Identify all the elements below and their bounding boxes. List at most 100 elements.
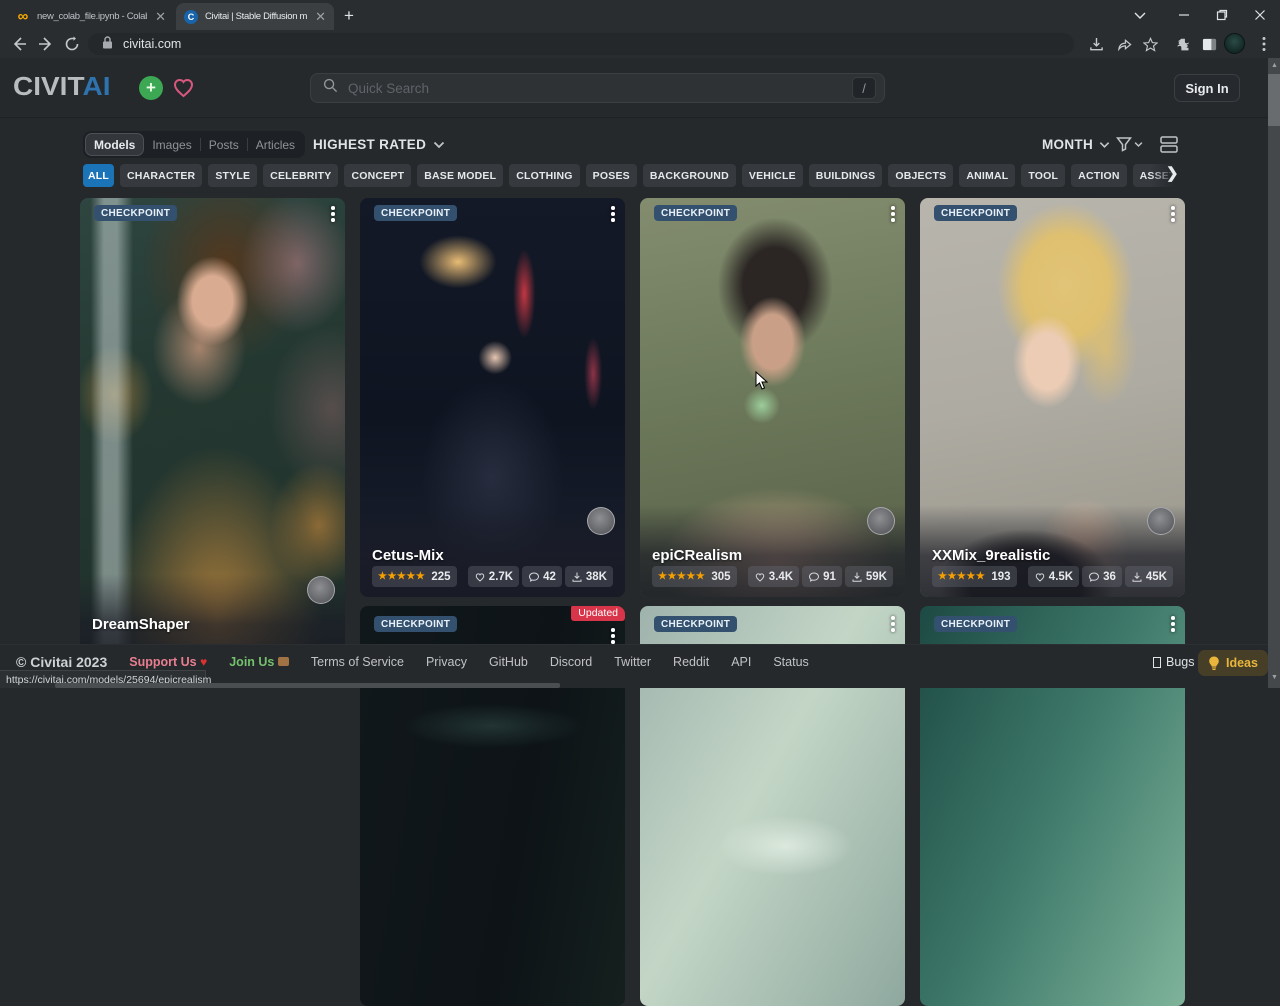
browser-toolbar: civitai.com bbox=[0, 30, 1280, 58]
likes-pill: 3.4K bbox=[748, 566, 799, 587]
footer-link-api[interactable]: API bbox=[731, 655, 751, 669]
tab-models[interactable]: Models bbox=[85, 133, 144, 156]
copyright-text: © Civitai 2023 bbox=[16, 654, 107, 670]
chip-animal[interactable]: ANIMAL bbox=[959, 164, 1015, 187]
browser-tab-colab[interactable]: ∞ new_colab_file.ipynb - Colaborat ✕ bbox=[8, 3, 174, 30]
chip-clothing[interactable]: CLOTHING bbox=[509, 164, 579, 187]
window-maximize-button[interactable] bbox=[1202, 0, 1242, 30]
address-url: civitai.com bbox=[123, 37, 181, 51]
chip-character[interactable]: CHARACTER bbox=[120, 164, 202, 187]
bookmark-star-icon[interactable] bbox=[1139, 33, 1161, 55]
chip-buildings[interactable]: BUILDINGS bbox=[809, 164, 883, 187]
footer-link-terms[interactable]: Terms of Service bbox=[311, 655, 404, 669]
model-card-cetus-mix[interactable]: CHECKPOINT Cetus-Mix ★★★★★225 2.7K 42 38… bbox=[360, 198, 625, 597]
filter-dropdown[interactable] bbox=[1116, 136, 1143, 152]
window-menu-chevron-icon[interactable] bbox=[1120, 0, 1160, 30]
forward-icon[interactable] bbox=[38, 36, 54, 58]
chip-base-model[interactable]: BASE MODEL bbox=[417, 164, 503, 187]
lock-icon bbox=[102, 36, 113, 52]
browser-tab-bar: ∞ new_colab_file.ipynb - Colaborat ✕ C C… bbox=[0, 0, 1280, 30]
card-menu-icon[interactable] bbox=[1171, 616, 1175, 634]
likes-pill: 2.7K bbox=[468, 566, 519, 587]
period-dropdown[interactable]: MONTH bbox=[1042, 137, 1110, 152]
footer-link-join-us[interactable]: Join Us bbox=[229, 655, 289, 669]
search-input[interactable]: Quick Search bbox=[310, 73, 885, 103]
footer-link-twitter[interactable]: Twitter bbox=[614, 655, 651, 669]
sign-in-button[interactable]: Sign In bbox=[1174, 74, 1240, 102]
creator-avatar[interactable] bbox=[307, 576, 335, 604]
chip-background[interactable]: BACKGROUND bbox=[643, 164, 736, 187]
chip-concept[interactable]: CONCEPT bbox=[344, 164, 411, 187]
chip-poses[interactable]: POSES bbox=[586, 164, 637, 187]
vertical-scrollbar[interactable] bbox=[1268, 58, 1280, 688]
footer-link-github[interactable]: GitHub bbox=[489, 655, 528, 669]
footer-link-discord[interactable]: Discord bbox=[550, 655, 592, 669]
category-chips: ALL CHARACTER STYLE CELEBRITY CONCEPT BA… bbox=[83, 164, 1185, 187]
new-tab-button[interactable]: + bbox=[344, 6, 354, 26]
creator-avatar[interactable] bbox=[867, 507, 895, 535]
footer-link-privacy[interactable]: Privacy bbox=[426, 655, 467, 669]
model-title: Cetus-Mix bbox=[372, 547, 444, 564]
downloads-pill: 45K bbox=[1125, 566, 1173, 587]
bugs-button[interactable]: Bugs bbox=[1153, 655, 1195, 669]
address-bar[interactable]: civitai.com bbox=[88, 33, 1074, 55]
updated-badge: Updated bbox=[571, 606, 625, 621]
card-menu-icon[interactable] bbox=[611, 206, 615, 224]
browser-tab-civitai[interactable]: C Civitai | Stable Diffusion models, ✕ bbox=[176, 3, 334, 30]
download-icon[interactable] bbox=[1085, 33, 1107, 55]
card-menu-icon[interactable] bbox=[891, 206, 895, 224]
model-card-epicrealism[interactable]: CHECKPOINT epiCRealism ★★★★★305 3.4K 91 … bbox=[640, 198, 905, 597]
favorites-heart-icon[interactable] bbox=[171, 76, 196, 100]
colab-icon: ∞ bbox=[16, 10, 30, 24]
model-card-dreamshaper[interactable]: CHECKPOINT DreamShaper bbox=[80, 198, 345, 666]
layout-toggle-icon[interactable] bbox=[1160, 136, 1178, 158]
rating-count: 305 bbox=[711, 571, 730, 583]
window-minimize-button[interactable] bbox=[1164, 0, 1204, 30]
comments-pill: 42 bbox=[522, 566, 562, 587]
browser-menu-kebab-icon[interactable] bbox=[1253, 33, 1275, 55]
vertical-scrollbar-thumb[interactable] bbox=[1268, 74, 1280, 126]
tab-close-icon[interactable]: ✕ bbox=[155, 9, 166, 25]
card-menu-icon[interactable] bbox=[891, 616, 895, 634]
footer-link-support-us[interactable]: Support Us ♥ bbox=[129, 655, 207, 669]
create-plus-button[interactable]: + bbox=[139, 76, 163, 100]
creator-avatar[interactable] bbox=[587, 507, 615, 535]
tab-posts[interactable]: Posts bbox=[201, 133, 247, 156]
card-menu-icon[interactable] bbox=[331, 206, 335, 224]
back-icon[interactable] bbox=[11, 36, 27, 58]
chip-all[interactable]: ALL bbox=[83, 164, 114, 187]
civitai-logo[interactable]: CIVITAI bbox=[13, 72, 110, 101]
share-icon[interactable] bbox=[1113, 33, 1135, 55]
checkpoint-badge: CHECKPOINT bbox=[934, 205, 1017, 221]
comments-count: 42 bbox=[543, 571, 556, 583]
extensions-puzzle-icon[interactable] bbox=[1172, 33, 1194, 55]
downloads-count: 38K bbox=[586, 571, 607, 583]
star-rating-icon: ★★★★★ bbox=[658, 571, 705, 582]
reload-icon[interactable] bbox=[64, 36, 80, 58]
card-menu-icon[interactable] bbox=[1171, 206, 1175, 224]
civitai-icon: C bbox=[184, 10, 198, 24]
model-card-xxmix[interactable]: CHECKPOINT XXMix_9realistic ★★★★★193 4.5… bbox=[920, 198, 1185, 597]
browser-profile-avatar[interactable] bbox=[1224, 33, 1245, 54]
tab-articles[interactable]: Articles bbox=[248, 133, 303, 156]
window-close-button[interactable] bbox=[1240, 0, 1280, 30]
sort-dropdown[interactable]: HIGHEST RATED bbox=[313, 137, 445, 152]
horizontal-scrollbar-thumb[interactable] bbox=[55, 683, 560, 688]
footer-link-reddit[interactable]: Reddit bbox=[673, 655, 709, 669]
search-icon bbox=[323, 78, 338, 98]
chip-style[interactable]: STYLE bbox=[208, 164, 257, 187]
chip-action[interactable]: ACTION bbox=[1071, 164, 1126, 187]
ideas-button[interactable]: Ideas bbox=[1198, 650, 1268, 676]
creator-avatar[interactable] bbox=[1147, 507, 1175, 535]
scrollbar-up-icon[interactable]: ▲ bbox=[1271, 62, 1278, 69]
tab-images[interactable]: Images bbox=[144, 133, 199, 156]
chip-objects[interactable]: OBJECTS bbox=[888, 164, 953, 187]
side-panel-icon[interactable] bbox=[1198, 33, 1220, 55]
chip-vehicle[interactable]: VEHICLE bbox=[742, 164, 803, 187]
chip-tool[interactable]: TOOL bbox=[1021, 164, 1065, 187]
scrollbar-down-icon[interactable]: ▼ bbox=[1271, 674, 1278, 681]
chips-scroll-right-icon[interactable]: ❯ bbox=[1166, 164, 1179, 182]
footer-link-status[interactable]: Status bbox=[773, 655, 808, 669]
tab-close-icon[interactable]: ✕ bbox=[315, 9, 326, 25]
chip-celebrity[interactable]: CELEBRITY bbox=[263, 164, 338, 187]
